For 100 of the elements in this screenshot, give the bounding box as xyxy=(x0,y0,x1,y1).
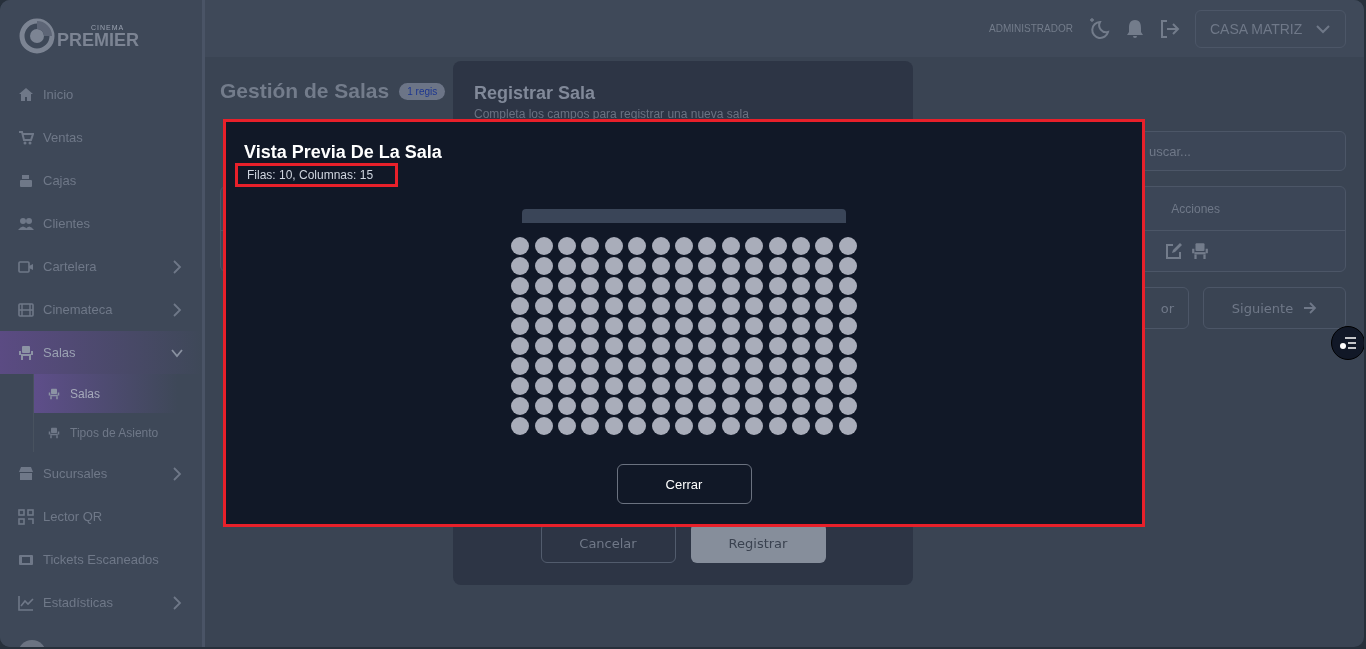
seat[interactable] xyxy=(838,297,857,316)
seat[interactable] xyxy=(558,397,577,416)
seat[interactable] xyxy=(721,277,740,296)
seat[interactable] xyxy=(675,237,693,256)
seat[interactable] xyxy=(511,257,530,276)
seat[interactable] xyxy=(511,377,530,396)
seat[interactable] xyxy=(815,397,834,416)
seat[interactable] xyxy=(628,337,647,356)
seat[interactable] xyxy=(721,257,740,276)
seat[interactable] xyxy=(838,417,857,436)
seat[interactable] xyxy=(745,357,764,376)
seat[interactable] xyxy=(815,317,834,336)
seat[interactable] xyxy=(745,277,764,296)
seat[interactable] xyxy=(698,357,717,376)
seat[interactable] xyxy=(815,377,834,396)
seat[interactable] xyxy=(815,237,834,256)
seat[interactable] xyxy=(558,277,577,296)
seat[interactable] xyxy=(721,397,740,416)
seat[interactable] xyxy=(838,357,857,376)
seat[interactable] xyxy=(558,357,577,376)
seat[interactable] xyxy=(558,337,577,356)
seat[interactable] xyxy=(815,257,834,276)
seat[interactable] xyxy=(511,277,530,296)
seat[interactable] xyxy=(791,237,810,256)
seat[interactable] xyxy=(675,337,693,356)
seat[interactable] xyxy=(721,357,740,376)
seat[interactable] xyxy=(838,377,857,396)
seat[interactable] xyxy=(768,237,787,256)
seat[interactable] xyxy=(604,297,623,316)
seat[interactable] xyxy=(745,237,764,256)
seat[interactable] xyxy=(651,277,670,296)
seat[interactable] xyxy=(581,297,600,316)
seat[interactable] xyxy=(651,297,670,316)
seat[interactable] xyxy=(838,337,857,356)
seat[interactable] xyxy=(745,397,764,416)
seat[interactable] xyxy=(581,377,600,396)
seat[interactable] xyxy=(511,417,530,436)
seat[interactable] xyxy=(581,317,600,336)
seat[interactable] xyxy=(604,357,623,376)
seat[interactable] xyxy=(628,317,647,336)
seat[interactable] xyxy=(651,397,670,416)
seat[interactable] xyxy=(651,337,670,356)
seat[interactable] xyxy=(838,317,857,336)
seat[interactable] xyxy=(791,417,810,436)
seat[interactable] xyxy=(581,257,600,276)
seat[interactable] xyxy=(651,237,670,256)
seat[interactable] xyxy=(534,317,553,336)
seat[interactable] xyxy=(511,237,530,256)
seat[interactable] xyxy=(721,317,740,336)
seat[interactable] xyxy=(675,317,693,336)
seat[interactable] xyxy=(534,277,553,296)
seat[interactable] xyxy=(768,257,787,276)
seat[interactable] xyxy=(791,257,810,276)
seat[interactable] xyxy=(628,297,647,316)
seat[interactable] xyxy=(698,397,717,416)
seat[interactable] xyxy=(511,357,530,376)
seat[interactable] xyxy=(604,317,623,336)
seat[interactable] xyxy=(745,317,764,336)
seat[interactable] xyxy=(604,257,623,276)
seat[interactable] xyxy=(721,417,740,436)
seat[interactable] xyxy=(534,237,553,256)
seat[interactable] xyxy=(628,277,647,296)
seat[interactable] xyxy=(675,297,693,316)
seat[interactable] xyxy=(534,397,553,416)
seat[interactable] xyxy=(768,317,787,336)
seat[interactable] xyxy=(511,317,530,336)
seat[interactable] xyxy=(628,357,647,376)
seat[interactable] xyxy=(581,337,600,356)
seat[interactable] xyxy=(651,417,670,436)
seat[interactable] xyxy=(791,377,810,396)
seat[interactable] xyxy=(675,357,693,376)
seat[interactable] xyxy=(698,337,717,356)
seat[interactable] xyxy=(815,417,834,436)
seat[interactable] xyxy=(651,317,670,336)
close-button[interactable]: Cerrar xyxy=(616,464,752,504)
seat[interactable] xyxy=(791,397,810,416)
seat[interactable] xyxy=(651,357,670,376)
seat[interactable] xyxy=(628,237,647,256)
seat[interactable] xyxy=(791,317,810,336)
seat[interactable] xyxy=(628,417,647,436)
seat[interactable] xyxy=(838,257,857,276)
seat[interactable] xyxy=(534,357,553,376)
seat[interactable] xyxy=(604,237,623,256)
seat[interactable] xyxy=(815,337,834,356)
seat[interactable] xyxy=(558,237,577,256)
seat[interactable] xyxy=(745,257,764,276)
seat[interactable] xyxy=(721,297,740,316)
seat[interactable] xyxy=(768,297,787,316)
seat[interactable] xyxy=(838,397,857,416)
seat[interactable] xyxy=(604,397,623,416)
seat[interactable] xyxy=(791,337,810,356)
seat[interactable] xyxy=(698,297,717,316)
seat[interactable] xyxy=(768,337,787,356)
seat[interactable] xyxy=(558,377,577,396)
seat[interactable] xyxy=(651,377,670,396)
seat[interactable] xyxy=(815,357,834,376)
seat[interactable] xyxy=(534,297,553,316)
seat[interactable] xyxy=(721,377,740,396)
seat[interactable] xyxy=(698,257,717,276)
seat[interactable] xyxy=(745,417,764,436)
